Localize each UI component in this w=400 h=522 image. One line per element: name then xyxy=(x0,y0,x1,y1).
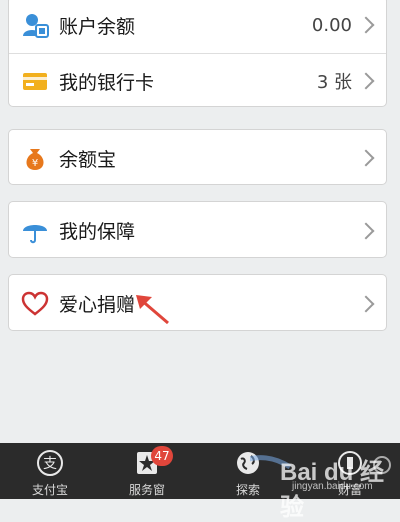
tab-alipay[interactable]: 支 支付宝 xyxy=(0,443,100,499)
donation-label: 爱心捐赠 xyxy=(59,294,136,316)
chevron-right-icon xyxy=(357,16,375,34)
alipay-icon: 支 xyxy=(36,449,64,477)
donation-row[interactable]: 爱心捐赠 xyxy=(9,275,386,330)
user-balance-icon xyxy=(21,11,49,39)
account-card: 账户余额 0.00 我的银行卡 3 张 xyxy=(8,0,387,107)
chevron-right-icon xyxy=(357,295,375,312)
chevron-right-icon xyxy=(357,149,375,167)
insurance-row[interactable]: 我的保障 xyxy=(9,202,386,257)
yuebao-row[interactable]: ¥ 余额宝 xyxy=(9,130,386,184)
money-bag-icon: ¥ xyxy=(21,144,49,172)
insurance-card: 我的保障 xyxy=(8,201,387,258)
bank-cards-row[interactable]: 我的银行卡 3 张 xyxy=(9,53,386,106)
bank-cards-value: 3 张 xyxy=(316,72,352,93)
alipay-glyph: 支 xyxy=(43,456,57,472)
chevron-right-icon xyxy=(357,222,375,239)
bank-cards-label: 我的银行卡 xyxy=(59,71,155,94)
watermark-url: jingyan.baidu.com xyxy=(292,481,373,492)
bank-card-icon xyxy=(21,67,49,95)
service-window-badge: 47 xyxy=(151,446,173,466)
svg-text:¥: ¥ xyxy=(32,158,38,169)
insurance-label: 我的保障 xyxy=(59,221,136,243)
account-balance-value: 0.00 xyxy=(311,14,352,36)
account-balance-row[interactable]: 账户余额 0.00 xyxy=(9,0,386,53)
account-balance-label: 账户余额 xyxy=(59,15,136,38)
tab-service-window-label: 服务窗 xyxy=(128,483,165,497)
heart-icon xyxy=(21,290,49,318)
tab-service-window[interactable]: 47 服务窗 xyxy=(97,443,197,499)
tab-alipay-label: 支付宝 xyxy=(31,483,68,497)
umbrella-icon xyxy=(21,217,49,245)
donation-card: 爱心捐赠 xyxy=(8,274,387,331)
yuebao-label: 余额宝 xyxy=(59,148,117,171)
yuebao-card: ¥ 余额宝 xyxy=(8,129,387,185)
annotation-arrow-icon xyxy=(136,295,169,325)
star-window-icon: 47 xyxy=(133,446,173,477)
chevron-right-icon xyxy=(357,72,375,90)
